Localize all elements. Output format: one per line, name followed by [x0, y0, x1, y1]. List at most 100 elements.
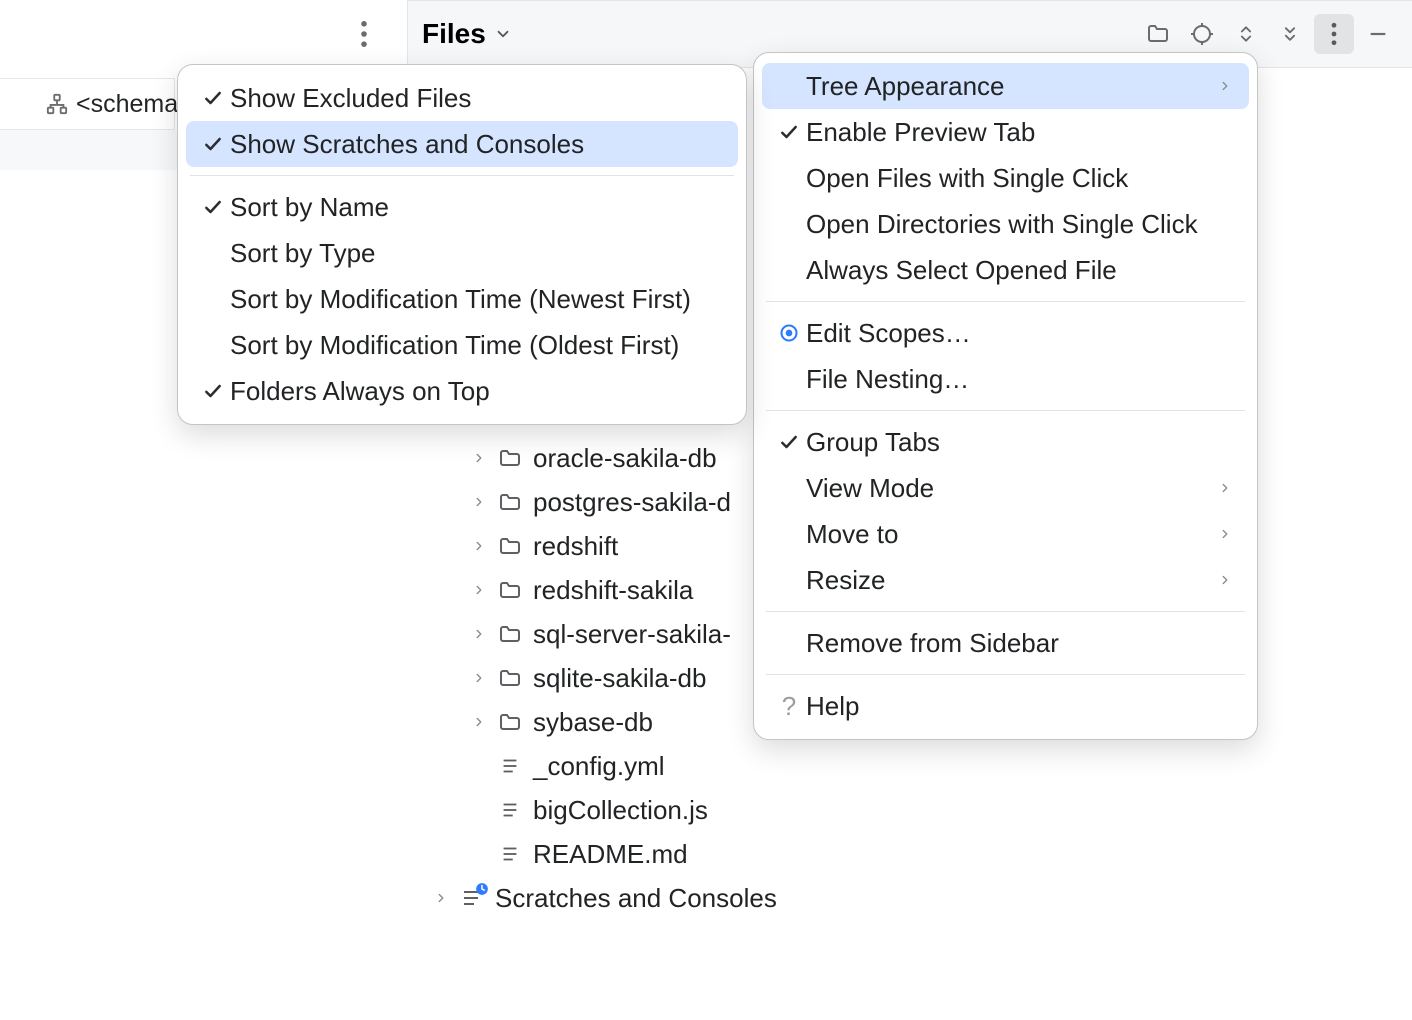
tree-file-row[interactable]: _config.yml — [407, 744, 1412, 788]
check-icon — [772, 432, 806, 452]
header-actions — [1138, 14, 1398, 54]
menu-item-label: Group Tabs — [806, 427, 1235, 458]
expand-up-down-icon[interactable] — [1226, 14, 1266, 54]
text-file-icon — [497, 755, 523, 777]
menu-edit-scopes[interactable]: Edit Scopes… — [762, 310, 1249, 356]
kebab-icon[interactable] — [360, 20, 368, 48]
menu-item-label: Edit Scopes… — [806, 318, 1235, 349]
schema-tab[interactable]: <schema — [0, 78, 175, 130]
menu-item-label: Always Select Opened File — [806, 255, 1235, 286]
submenu-sort-mod-newest[interactable]: Sort by Modification Time (Newest First) — [186, 276, 738, 322]
chevron-right-icon — [1215, 79, 1235, 93]
tree-item-label: sybase-db — [533, 707, 653, 738]
menu-item-label: Tree Appearance — [806, 71, 1215, 102]
chevron-right-icon — [471, 583, 487, 597]
tree-item-label: sql-server-sakila- — [533, 619, 731, 650]
tree-item-label: redshift — [533, 531, 618, 562]
folder-icon — [497, 622, 523, 646]
menu-item-label: Sort by Name — [230, 192, 724, 223]
folder-icon — [497, 578, 523, 602]
menu-resize[interactable]: Resize — [762, 557, 1249, 603]
check-icon — [196, 381, 230, 401]
folder-icon[interactable] — [1138, 14, 1178, 54]
tree-item-label: redshift-sakila — [533, 575, 693, 606]
tree-item-label: README.md — [533, 839, 688, 870]
tree-file-row[interactable]: README.md — [407, 832, 1412, 876]
menu-item-label: Show Scratches and Consoles — [230, 129, 724, 160]
tree-scratches-row[interactable]: Scratches and Consoles — [407, 876, 1412, 920]
tree-appearance-submenu: Show Excluded Files Show Scratches and C… — [177, 64, 747, 425]
check-icon — [772, 122, 806, 142]
submenu-folders-top[interactable]: Folders Always on Top — [186, 368, 738, 414]
tree-item-label: Scratches and Consoles — [495, 883, 777, 914]
folder-icon — [497, 534, 523, 558]
check-icon — [196, 197, 230, 217]
chevron-right-icon — [471, 627, 487, 641]
menu-separator — [766, 301, 1245, 302]
chevron-right-icon — [1215, 527, 1235, 541]
menu-separator — [766, 410, 1245, 411]
folder-icon — [497, 446, 523, 470]
text-file-icon — [497, 843, 523, 865]
menu-file-nesting[interactable]: File Nesting… — [762, 356, 1249, 402]
menu-item-label: Show Excluded Files — [230, 83, 724, 114]
folder-icon — [497, 490, 523, 514]
menu-remove-from-sidebar[interactable]: Remove from Sidebar — [762, 620, 1249, 666]
menu-open-dirs-single-click[interactable]: Open Directories with Single Click — [762, 201, 1249, 247]
menu-tree-appearance[interactable]: Tree Appearance — [762, 63, 1249, 109]
more-icon[interactable] — [1314, 14, 1354, 54]
help-icon: ? — [772, 691, 806, 722]
scratches-icon — [459, 886, 485, 910]
tree-item-label: postgres-sakila-d — [533, 487, 731, 518]
tree-file-row[interactable]: bigCollection.js — [407, 788, 1412, 832]
options-menu: Tree Appearance Enable Preview Tab Open … — [753, 52, 1258, 740]
menu-item-label: Resize — [806, 565, 1215, 596]
menu-item-label: Sort by Modification Time (Newest First) — [230, 284, 724, 315]
chevron-right-icon — [1215, 573, 1235, 587]
submenu-show-excluded[interactable]: Show Excluded Files — [186, 75, 738, 121]
check-icon — [196, 134, 230, 154]
menu-item-label: File Nesting… — [806, 364, 1235, 395]
radio-selected-icon — [772, 323, 806, 343]
schema-icon — [46, 93, 68, 115]
menu-move-to[interactable]: Move to — [762, 511, 1249, 557]
chevron-right-icon — [433, 891, 449, 905]
minimize-icon[interactable] — [1358, 14, 1398, 54]
menu-open-files-single-click[interactable]: Open Files with Single Click — [762, 155, 1249, 201]
menu-separator — [766, 674, 1245, 675]
collapse-down-icon[interactable] — [1270, 14, 1310, 54]
files-panel-title: Files — [422, 18, 486, 50]
schema-tab-label: <schema — [76, 90, 178, 119]
menu-enable-preview-tab[interactable]: Enable Preview Tab — [762, 109, 1249, 155]
menu-separator — [766, 611, 1245, 612]
menu-separator — [190, 175, 734, 176]
submenu-sort-mod-oldest[interactable]: Sort by Modification Time (Oldest First) — [186, 322, 738, 368]
files-panel-title-group[interactable]: Files — [422, 18, 512, 50]
menu-group-tabs[interactable]: Group Tabs — [762, 419, 1249, 465]
tree-item-label: sqlite-sakila-db — [533, 663, 706, 694]
tree-item-label: oracle-sakila-db — [533, 443, 717, 474]
chevron-right-icon — [471, 715, 487, 729]
folder-icon — [497, 666, 523, 690]
menu-item-label: Folders Always on Top — [230, 376, 724, 407]
chevron-right-icon — [471, 671, 487, 685]
menu-view-mode[interactable]: View Mode — [762, 465, 1249, 511]
chevron-right-icon — [1215, 481, 1235, 495]
menu-item-label: Open Files with Single Click — [806, 163, 1235, 194]
target-icon[interactable] — [1182, 14, 1222, 54]
text-file-icon — [497, 799, 523, 821]
folder-icon — [497, 710, 523, 734]
submenu-show-scratches[interactable]: Show Scratches and Consoles — [186, 121, 738, 167]
submenu-sort-name[interactable]: Sort by Name — [186, 184, 738, 230]
menu-item-label: Sort by Type — [230, 238, 724, 269]
menu-item-label: View Mode — [806, 473, 1215, 504]
menu-help[interactable]: ? Help — [762, 683, 1249, 729]
check-icon — [196, 88, 230, 108]
menu-item-label: Help — [806, 691, 1235, 722]
menu-always-select-opened-file[interactable]: Always Select Opened File — [762, 247, 1249, 293]
menu-item-label: Remove from Sidebar — [806, 628, 1235, 659]
menu-item-label: Move to — [806, 519, 1215, 550]
menu-item-label: Sort by Modification Time (Oldest First) — [230, 330, 724, 361]
chevron-right-icon — [471, 495, 487, 509]
submenu-sort-type[interactable]: Sort by Type — [186, 230, 738, 276]
